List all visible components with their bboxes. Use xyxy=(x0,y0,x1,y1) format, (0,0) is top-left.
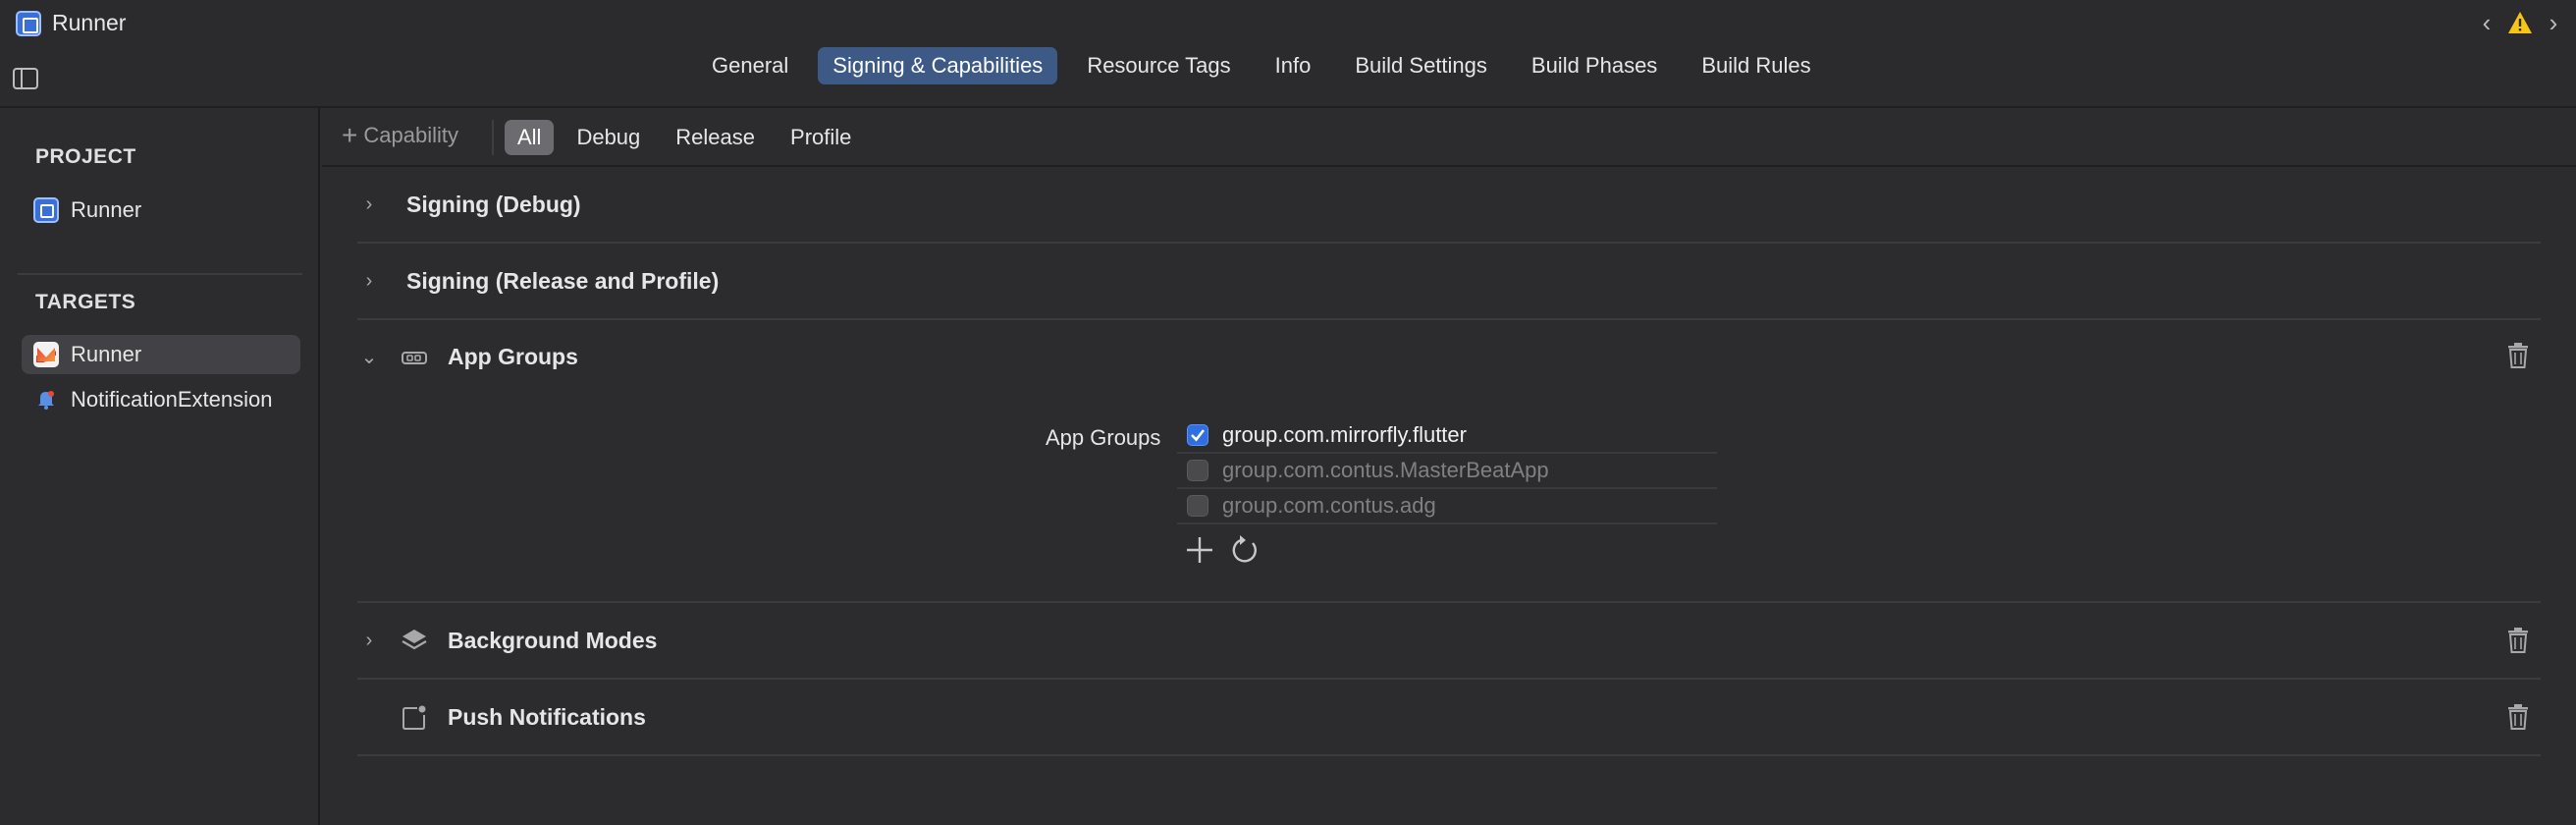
tab-info[interactable]: Info xyxy=(1261,47,1326,84)
chevron-left-icon[interactable]: ‹ xyxy=(2476,10,2497,35)
sidebar-divider xyxy=(18,273,302,275)
capability-filter-bar: + Capability All Debug Release Profile xyxy=(322,108,2576,167)
plus-icon: + xyxy=(342,120,358,150)
warning-icon[interactable] xyxy=(2507,10,2533,35)
bell-icon xyxy=(38,391,54,410)
add-app-group-icon[interactable] xyxy=(1184,534,1215,566)
filter-debug[interactable]: Debug xyxy=(564,120,653,155)
xcode-project-icon xyxy=(16,11,41,36)
filter-release[interactable]: Release xyxy=(663,120,768,155)
chevron-right-icon[interactable]: › xyxy=(2543,10,2564,35)
tab-build-rules[interactable]: Build Rules xyxy=(1687,47,1825,84)
checkmark-icon xyxy=(1191,429,1206,442)
xcode-project-icon xyxy=(33,197,59,223)
tab-resource-tags[interactable]: Resource Tags xyxy=(1072,47,1245,84)
tab-general[interactable]: General xyxy=(697,47,803,84)
capability-title[interactable]: App Groups xyxy=(448,344,578,370)
app-group-row[interactable]: group.com.contus.MasterBeatApp xyxy=(1177,454,1717,489)
app-target-icon xyxy=(33,342,59,367)
chevron-right-icon[interactable]: › xyxy=(357,269,381,293)
chevron-down-icon[interactable]: ⌄ xyxy=(357,346,381,369)
app-group-name: group.com.mirrorfly.flutter xyxy=(1222,422,1467,447)
add-capability-button[interactable]: + Capability xyxy=(342,120,458,150)
push-notification-icon xyxy=(402,705,426,730)
layers-icon xyxy=(402,630,427,650)
sidebar-item-label: NotificationExtension xyxy=(71,387,273,412)
sidebar-item-target-notification-extension[interactable]: NotificationExtension xyxy=(22,380,300,419)
capability-row-signing-debug: › Signing (Debug) xyxy=(357,167,2541,244)
app-groups-icon xyxy=(402,352,427,364)
configuration-filters: All Debug Release Profile xyxy=(505,120,874,155)
tabs: General Signing & Capabilities Resource … xyxy=(697,47,1841,84)
capability-title[interactable]: Background Modes xyxy=(448,628,657,654)
trash-icon[interactable] xyxy=(2505,627,2531,654)
app-groups-field-label: App Groups xyxy=(1046,425,1161,450)
filter-all[interactable]: All xyxy=(505,120,555,155)
title-bar: Runner ‹ › xyxy=(0,0,2576,47)
checkbox[interactable] xyxy=(1187,495,1208,517)
sidebar-item-label: Runner xyxy=(71,197,142,222)
project-navigator: PROJECT Runner TARGETS Runner Notificati… xyxy=(0,108,320,825)
capability-title[interactable]: Push Notifications xyxy=(448,704,646,731)
app-group-row[interactable]: group.com.mirrorfly.flutter xyxy=(1177,418,1717,454)
app-group-actions xyxy=(1184,534,1261,566)
capability-row-signing-release: › Signing (Release and Profile) xyxy=(357,244,2541,320)
app-group-row[interactable]: group.com.contus.adg xyxy=(1177,489,1717,524)
app-group-name: group.com.contus.MasterBeatApp xyxy=(1222,458,1549,482)
sidebar-item-label: Runner xyxy=(71,342,142,366)
trash-icon[interactable] xyxy=(2505,703,2531,731)
tab-signing-capabilities[interactable]: Signing & Capabilities xyxy=(818,47,1058,84)
signing-capabilities-editor: + Capability All Debug Release Profile ›… xyxy=(322,108,2576,825)
refresh-icon[interactable] xyxy=(1229,534,1261,566)
tab-build-phases[interactable]: Build Phases xyxy=(1517,47,1672,84)
checkbox[interactable] xyxy=(1187,460,1208,481)
editor-tab-bar: General Signing & Capabilities Resource … xyxy=(0,47,2576,108)
capability-row-push-notifications: Push Notifications xyxy=(357,680,2541,756)
sidebar-item-target-runner[interactable]: Runner xyxy=(22,335,300,374)
filter-divider xyxy=(492,120,494,155)
trash-icon[interactable] xyxy=(2505,342,2531,369)
add-capability-label: Capability xyxy=(363,123,458,147)
tab-build-settings[interactable]: Build Settings xyxy=(1340,47,1502,84)
app-group-name: group.com.contus.adg xyxy=(1222,493,1436,518)
sidebar-item-project-runner[interactable]: Runner xyxy=(22,191,300,230)
chevron-right-icon[interactable]: › xyxy=(357,629,381,652)
targets-section-header: TARGETS xyxy=(35,291,136,313)
title-bar-nav: ‹ › xyxy=(2476,10,2564,35)
window-title: Runner xyxy=(52,10,127,35)
chevron-right-icon[interactable]: › xyxy=(357,192,381,216)
filter-profile[interactable]: Profile xyxy=(778,120,864,155)
capability-row-background-modes: › Background Modes xyxy=(357,603,2541,680)
project-section-header: PROJECT xyxy=(35,145,136,168)
capability-title[interactable]: Signing (Release and Profile) xyxy=(406,268,719,295)
checkbox[interactable] xyxy=(1187,424,1208,446)
sidebar-toggle-icon[interactable] xyxy=(13,68,38,89)
capability-title[interactable]: Signing (Debug) xyxy=(406,192,581,218)
